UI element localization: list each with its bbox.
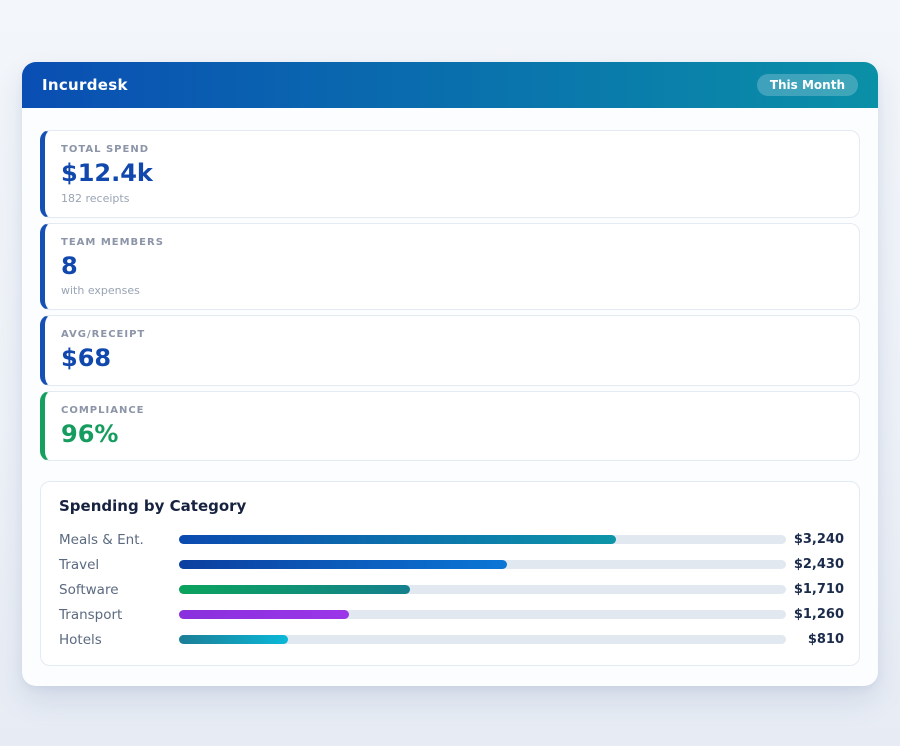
stat-value: $12.4k <box>61 160 843 188</box>
app-title: Incurdesk <box>42 76 128 94</box>
category-row-hotels: Hotels $810 <box>59 627 844 652</box>
category-label: Meals & Ent. <box>59 532 179 548</box>
category-label: Hotels <box>59 632 179 648</box>
stat-value: $68 <box>61 345 843 373</box>
category-value: $1,710 <box>786 582 844 597</box>
chart-title: Spending by Category <box>59 497 844 515</box>
dashboard-card: Incurdesk This Month TOTAL SPEND $12.4k … <box>22 62 878 686</box>
category-value: $810 <box>786 632 844 647</box>
stat-card-total-spend: TOTAL SPEND $12.4k 182 receipts <box>40 130 860 218</box>
stat-label: AVG/RECEIPT <box>61 329 843 340</box>
dashboard-content: TOTAL SPEND $12.4k 182 receipts TEAM MEM… <box>22 108 878 686</box>
category-label: Software <box>59 582 179 598</box>
category-row-travel: Travel $2,430 <box>59 552 844 577</box>
bar-track <box>179 585 786 594</box>
bar-track <box>179 560 786 569</box>
category-row-software: Software $1,710 <box>59 577 844 602</box>
bar-fill <box>179 585 410 594</box>
bar-fill <box>179 560 507 569</box>
stat-label: TEAM MEMBERS <box>61 237 843 248</box>
category-row-meals: Meals & Ent. $3,240 <box>59 527 844 552</box>
stat-subtext: with expenses <box>61 284 843 297</box>
stat-subtext: 182 receipts <box>61 192 843 205</box>
bar-fill <box>179 635 288 644</box>
stat-label: TOTAL SPEND <box>61 144 843 155</box>
spending-by-category-card: Spending by Category Meals & Ent. $3,240… <box>40 481 860 666</box>
category-label: Transport <box>59 607 179 623</box>
bar-fill <box>179 610 349 619</box>
category-label: Travel <box>59 557 179 573</box>
stat-card-team-members: TEAM MEMBERS 8 with expenses <box>40 223 860 311</box>
bar-track <box>179 635 786 644</box>
category-row-transport: Transport $1,260 <box>59 602 844 627</box>
app-header: Incurdesk This Month <box>22 62 878 108</box>
category-value: $1,260 <box>786 607 844 622</box>
stat-value: 8 <box>61 253 843 281</box>
period-badge[interactable]: This Month <box>757 74 858 96</box>
stat-card-compliance: COMPLIANCE 96% <box>40 391 860 462</box>
bar-fill <box>179 535 616 544</box>
category-value: $2,430 <box>786 557 844 572</box>
stat-label: COMPLIANCE <box>61 405 843 416</box>
stat-card-avg-receipt: AVG/RECEIPT $68 <box>40 315 860 386</box>
category-value: $3,240 <box>786 532 844 547</box>
bar-track <box>179 535 786 544</box>
stat-value: 96% <box>61 421 843 449</box>
bar-track <box>179 610 786 619</box>
